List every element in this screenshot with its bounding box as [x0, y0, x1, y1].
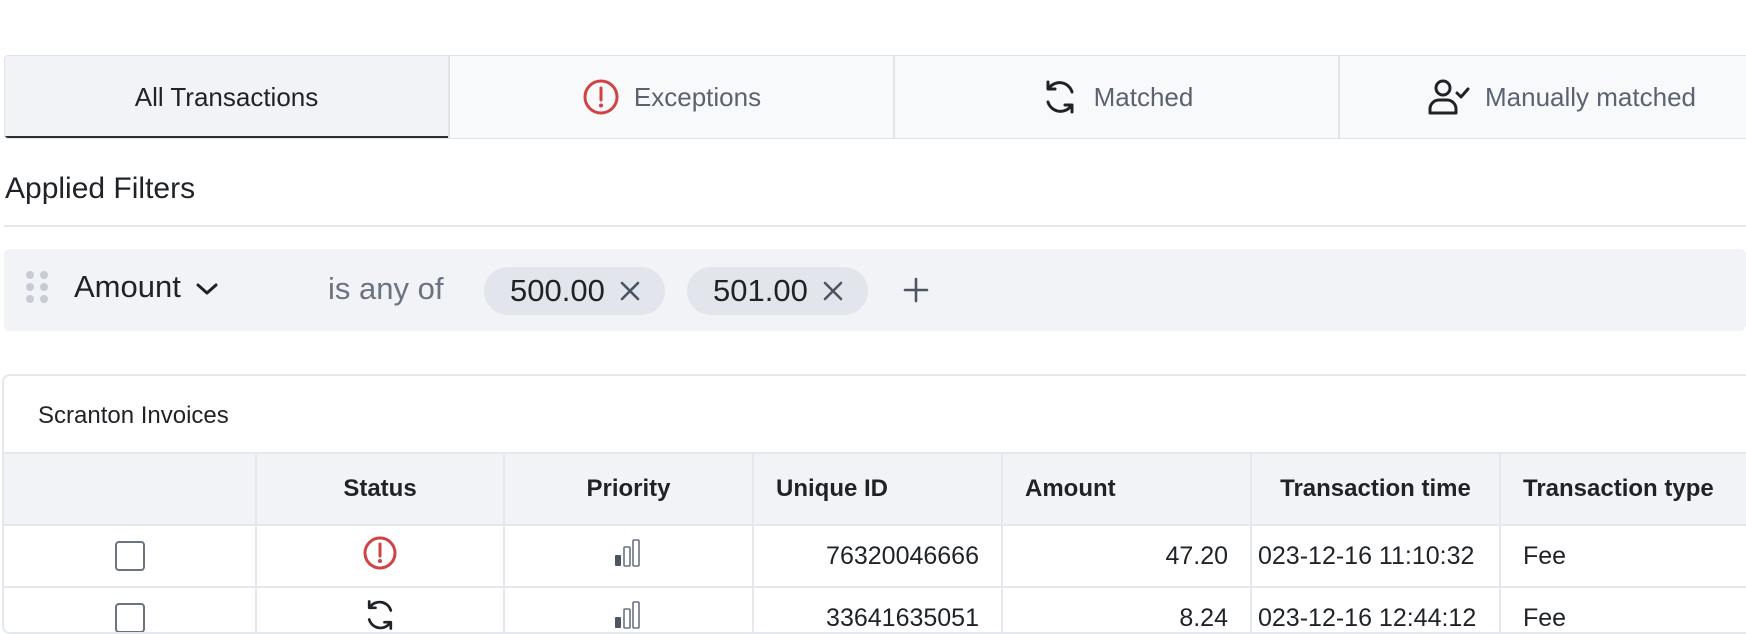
table-title: Scranton Invoices — [38, 402, 229, 430]
header-select — [4, 454, 257, 524]
filter-field-select[interactable]: Amount — [74, 269, 219, 305]
amount-cell: 47.20 — [1003, 526, 1252, 586]
signal-low-icon — [613, 538, 645, 575]
header-transaction-type[interactable]: Transaction type — [1501, 454, 1746, 524]
user-check-icon — [1427, 77, 1471, 117]
transaction-type-cell: Fee — [1501, 588, 1746, 634]
header-transaction-time[interactable]: Transaction time — [1252, 454, 1501, 524]
chevron-down-icon — [195, 269, 219, 305]
status-cell — [257, 588, 505, 634]
chip-label: 500.00 — [510, 273, 605, 309]
tab-label: Matched — [1094, 82, 1194, 113]
transaction-time-cell: 023-12-16 12:44:12 — [1252, 588, 1501, 634]
unique-id-cell: 33641635051 — [754, 588, 1003, 634]
tab-manually-matched[interactable]: Manually matched — [1340, 56, 1746, 138]
refresh-icon — [1040, 77, 1080, 117]
table-header: Status Priority Unique ID Amount Transac… — [4, 452, 1746, 526]
chip-label: 501.00 — [713, 273, 808, 309]
header-priority[interactable]: Priority — [505, 454, 754, 524]
row-checkbox[interactable] — [115, 603, 145, 633]
tab-exceptions[interactable]: Exceptions — [450, 56, 895, 138]
row-checkbox[interactable] — [115, 541, 145, 571]
row-select-cell — [4, 588, 257, 634]
transaction-tabs: All Transactions Exceptions Matched — [4, 55, 1746, 139]
applied-filters-title: Applied Filters — [5, 172, 195, 206]
filter-row: Amount is any of 500.00 501.00 — [4, 249, 1746, 331]
header-status[interactable]: Status — [257, 454, 505, 524]
header-unique-id[interactable]: Unique ID — [754, 454, 1003, 524]
tab-label: Manually matched — [1485, 82, 1696, 113]
table-card: Scranton Invoices Status Priority Unique… — [2, 374, 1746, 634]
tab-label: All Transactions — [135, 82, 319, 113]
drag-handle-icon[interactable] — [26, 271, 50, 309]
close-icon[interactable] — [822, 280, 844, 302]
add-value-button[interactable] — [900, 271, 932, 309]
transaction-type-cell: Fee — [1501, 526, 1746, 586]
priority-cell — [505, 588, 754, 634]
unique-id-cell: 76320046666 — [754, 526, 1003, 586]
signal-low-icon — [613, 600, 645, 634]
exclamation-circle-icon — [582, 78, 620, 116]
filter-value-chip: 500.00 — [484, 267, 665, 315]
header-amount[interactable]: Amount — [1003, 454, 1252, 524]
tab-matched[interactable]: Matched — [895, 56, 1340, 138]
table-row[interactable]: 33641635051 8.24 023-12-16 12:44:12 Fee — [4, 588, 1746, 634]
filter-field-label: Amount — [74, 269, 181, 305]
priority-cell — [505, 526, 754, 586]
tab-label: Exceptions — [634, 82, 761, 113]
divider — [4, 225, 1746, 227]
tab-all-transactions[interactable]: All Transactions — [5, 56, 450, 138]
refresh-icon — [362, 597, 398, 634]
amount-cell: 8.24 — [1003, 588, 1252, 634]
row-select-cell — [4, 526, 257, 586]
table-row[interactable]: 76320046666 47.20 023-12-16 11:10:32 Fee — [4, 526, 1746, 588]
filter-value-chip: 501.00 — [687, 267, 868, 315]
filter-operator[interactable]: is any of — [328, 271, 443, 307]
exclamation-circle-icon — [362, 535, 398, 578]
transaction-time-cell: 023-12-16 11:10:32 — [1252, 526, 1501, 586]
status-cell — [257, 526, 505, 586]
close-icon[interactable] — [619, 280, 641, 302]
